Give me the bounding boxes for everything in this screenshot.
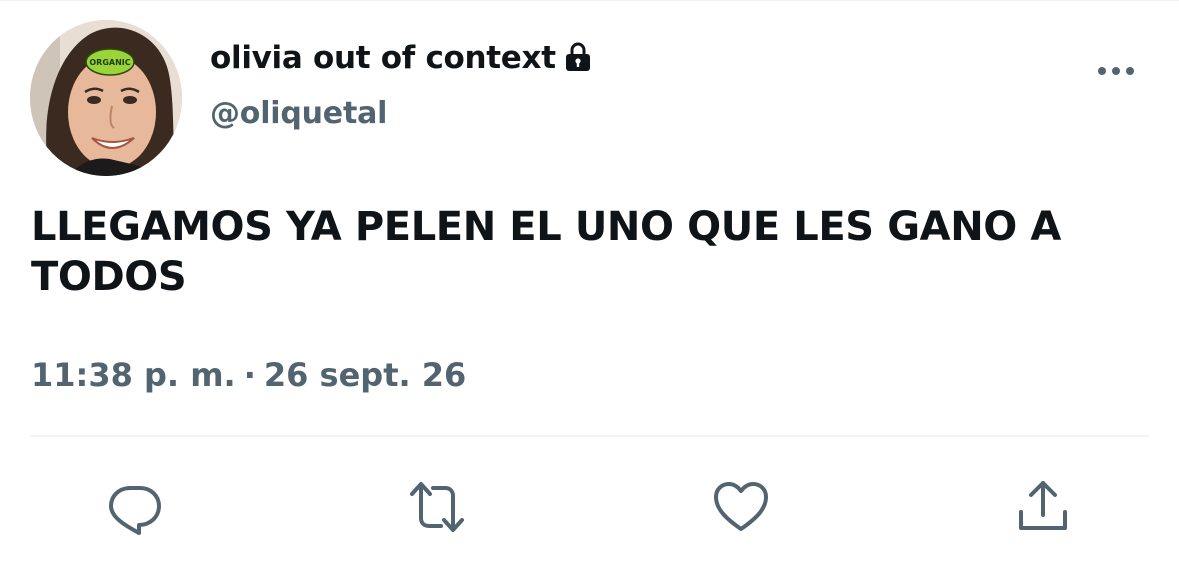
- tweet-text: LLEGAMOS YA PELEN EL UNO QUE LES GANO A …: [31, 204, 1061, 300]
- reply-icon: [106, 478, 164, 540]
- like-button[interactable]: [710, 478, 772, 540]
- tweet-date[interactable]: 26 sept. 26: [264, 356, 466, 394]
- reply-button[interactable]: [104, 478, 166, 540]
- user-handle[interactable]: @oliquetal: [210, 96, 387, 131]
- heart-icon: [712, 478, 770, 540]
- tweet-time[interactable]: 11:38 p. m.: [31, 356, 236, 394]
- avatar[interactable]: ORGANIC: [30, 20, 182, 176]
- more-icon[interactable]: [1094, 58, 1138, 84]
- timestamp[interactable]: 11:38 p. m. · 26 sept. 26: [31, 356, 466, 394]
- timestamp-separator: ·: [243, 356, 256, 394]
- tweet-card: ORGANIC olivia out of context @oliquetal: [0, 0, 1179, 571]
- top-divider: [0, 0, 1179, 1]
- display-name[interactable]: olivia out of context: [210, 40, 556, 76]
- retweet-icon: [408, 478, 466, 540]
- share-icon: [1014, 478, 1072, 540]
- actions-divider: [30, 435, 1149, 437]
- avatar-sticker-text: ORGANIC: [89, 58, 130, 67]
- display-name-row: olivia out of context: [210, 36, 592, 80]
- retweet-button[interactable]: [406, 478, 468, 540]
- share-button[interactable]: [1012, 478, 1074, 540]
- action-bar: [0, 470, 1179, 550]
- lock-icon: [564, 41, 592, 73]
